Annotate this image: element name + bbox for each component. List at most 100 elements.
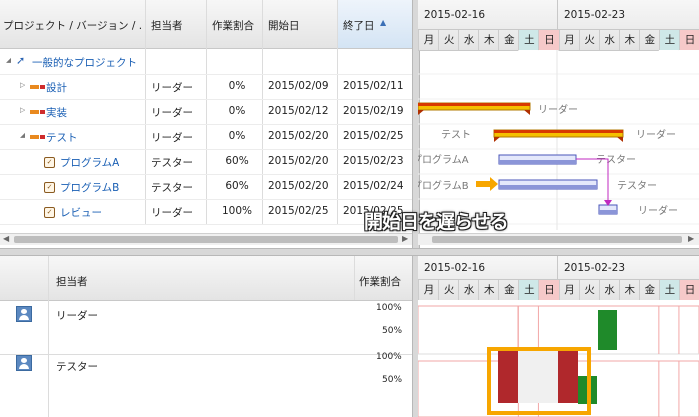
task-checkbox-icon: ✓ xyxy=(44,179,55,193)
day-label: 木 xyxy=(618,30,640,50)
column-header-assignee[interactable]: 担当者 xyxy=(151,18,183,33)
task-progress: 60% xyxy=(225,155,249,167)
task-start-date: 2015/02/20 xyxy=(268,180,328,192)
gantt-chart-area[interactable]: リーダーテストリーダープログラムAテスタープログラムBテスターリーダー xyxy=(418,50,699,230)
day-label: 土 xyxy=(518,280,540,300)
day-label: 土 xyxy=(518,30,540,50)
bar-label-assignee: テスター xyxy=(596,154,636,166)
task-name[interactable]: 実装 xyxy=(46,105,67,120)
bar-review-progress xyxy=(599,210,617,214)
drag-arrow-shaft xyxy=(476,181,492,187)
summary-task-icon xyxy=(30,79,45,92)
drag-arrow-head xyxy=(490,177,498,191)
horizontal-splitter[interactable] xyxy=(0,248,699,256)
user-avatar-icon xyxy=(16,355,32,371)
expand-icon[interactable]: ▷ xyxy=(20,106,25,114)
day-label: 火 xyxy=(578,30,600,50)
expand-icon[interactable]: ▷ xyxy=(20,81,25,89)
column-header-name[interactable]: プロジェクト / バージョン / ... xyxy=(3,18,143,33)
task-start-date: 2015/02/09 xyxy=(268,80,328,92)
day-label: 土 xyxy=(658,30,680,50)
day-label: 日 xyxy=(538,280,560,300)
task-progress: 0% xyxy=(228,130,246,142)
scale-label: 50% xyxy=(382,326,403,336)
task-row[interactable]: ◢ ➚ 一般的なプロジェクト xyxy=(0,49,412,75)
bar-program-a-progress xyxy=(499,160,576,164)
column-header-start[interactable]: 開始日 xyxy=(268,18,300,33)
scale-label: 50% xyxy=(382,375,403,385)
task-name[interactable]: 設計 xyxy=(46,80,67,95)
task-progress: 100% xyxy=(221,205,253,217)
day-label: 土 xyxy=(658,280,680,300)
collapse-icon[interactable]: ◢ xyxy=(6,56,11,64)
task-name[interactable]: プログラムB xyxy=(60,180,119,195)
resource-load-chart xyxy=(418,300,699,417)
day-label: 火 xyxy=(438,30,459,50)
gantt-grid-scrollbar[interactable]: ◀ ▶ xyxy=(0,233,412,245)
task-name[interactable]: プログラムA xyxy=(60,155,119,170)
bar-test-top xyxy=(494,130,623,133)
scroll-right-icon[interactable]: ▶ xyxy=(688,234,694,243)
task-start-date: 2015/02/25 xyxy=(268,205,328,217)
gantt-panel: プロジェクト / バージョン / ... 担当者 作業割合 開始日 終了日 ▲ … xyxy=(0,0,699,248)
bar-test-start-cap xyxy=(494,137,500,142)
weekend-column xyxy=(678,50,699,230)
column-header-assignee[interactable]: 担当者 xyxy=(56,274,88,289)
weekend-load xyxy=(518,351,558,403)
column-header-load[interactable]: 作業割合 xyxy=(359,274,401,289)
day-label: 月 xyxy=(418,30,439,50)
timeline-scrollbar[interactable]: ▶ xyxy=(418,233,699,245)
task-start-date: 2015/02/12 xyxy=(268,105,328,117)
task-checkbox-icon: ✓ xyxy=(44,204,55,218)
bar-label-assignee: リーダー xyxy=(538,103,578,116)
sort-asc-icon: ▲ xyxy=(380,18,387,27)
column-header-end[interactable]: 終了日 xyxy=(343,18,375,33)
task-end-date: 2015/02/25 xyxy=(343,130,403,142)
overload-bar xyxy=(558,351,578,403)
resource-timeline-header: 2015-02-16 2015-02-23 月火水木金土日月火水木金土日 xyxy=(418,256,699,301)
load-bar-leader xyxy=(598,310,617,350)
task-assignee: リーダー xyxy=(151,132,193,144)
week-label: 2015-02-23 xyxy=(564,9,626,21)
bar-label-task: プログラムB xyxy=(418,179,469,192)
task-row[interactable]: ◢ テスト リーダー 0% 2015/02/20 2015/02/25 xyxy=(0,124,412,150)
day-label: 日 xyxy=(678,280,699,300)
task-name[interactable]: レビュー xyxy=(60,205,102,220)
bar-test-end-cap xyxy=(617,137,623,142)
day-label: 金 xyxy=(498,30,519,50)
bar-label-task: プログラムA xyxy=(418,153,469,166)
day-label: 木 xyxy=(478,30,499,50)
summary-task-icon xyxy=(30,104,45,117)
user-avatar-icon xyxy=(16,306,32,322)
scroll-right-icon[interactable]: ▶ xyxy=(402,234,408,243)
task-assignee: テスター xyxy=(151,182,193,194)
bar-implementation-start-cap xyxy=(418,110,424,115)
day-label: 火 xyxy=(438,280,459,300)
task-name[interactable]: テスト xyxy=(46,130,78,145)
task-row[interactable]: ▷ 設計 リーダー 0% 2015/02/09 2015/02/11 xyxy=(0,74,412,100)
task-checkbox-icon: ✓ xyxy=(44,154,55,168)
bar-label-assignee: リーダー xyxy=(638,204,678,217)
day-label: 水 xyxy=(598,30,620,50)
task-row[interactable]: ✓ プログラムB テスター 60% 2015/02/20 2015/02/24 xyxy=(0,174,412,200)
task-row[interactable]: ✓ レビュー リーダー 100% 2015/02/25 2015/02/25 xyxy=(0,199,412,225)
task-progress: 0% xyxy=(228,80,246,92)
task-end-date: 2015/02/19 xyxy=(343,105,403,117)
day-label: 木 xyxy=(478,280,499,300)
task-row[interactable]: ▷ 実装 リーダー 0% 2015/02/12 2015/02/19 xyxy=(0,99,412,125)
column-header-progress[interactable]: 作業割合 xyxy=(212,18,254,33)
resource-row[interactable]: リーダー 100% 50% xyxy=(0,300,412,355)
scroll-left-icon[interactable]: ◀ xyxy=(3,234,9,243)
scrollbar-thumb[interactable] xyxy=(14,236,398,243)
task-name[interactable]: 一般的なプロジェクト xyxy=(32,55,137,70)
bar-label-assignee: テスター xyxy=(617,180,657,192)
timeline-header: 2015-02-16 2015-02-23 月火水木金土日月火水木金土日 xyxy=(418,0,699,51)
scrollbar-thumb[interactable] xyxy=(432,236,682,243)
task-row[interactable]: ✓ プログラムA テスター 60% 2015/02/20 2015/02/23 xyxy=(0,149,412,175)
resource-row[interactable]: テスター 100% 50% xyxy=(0,352,412,409)
collapse-icon[interactable]: ◢ xyxy=(20,131,25,139)
day-label: 金 xyxy=(638,280,660,300)
day-label: 火 xyxy=(578,280,600,300)
week-label: 2015-02-16 xyxy=(424,9,486,21)
weekend-column xyxy=(518,50,539,230)
